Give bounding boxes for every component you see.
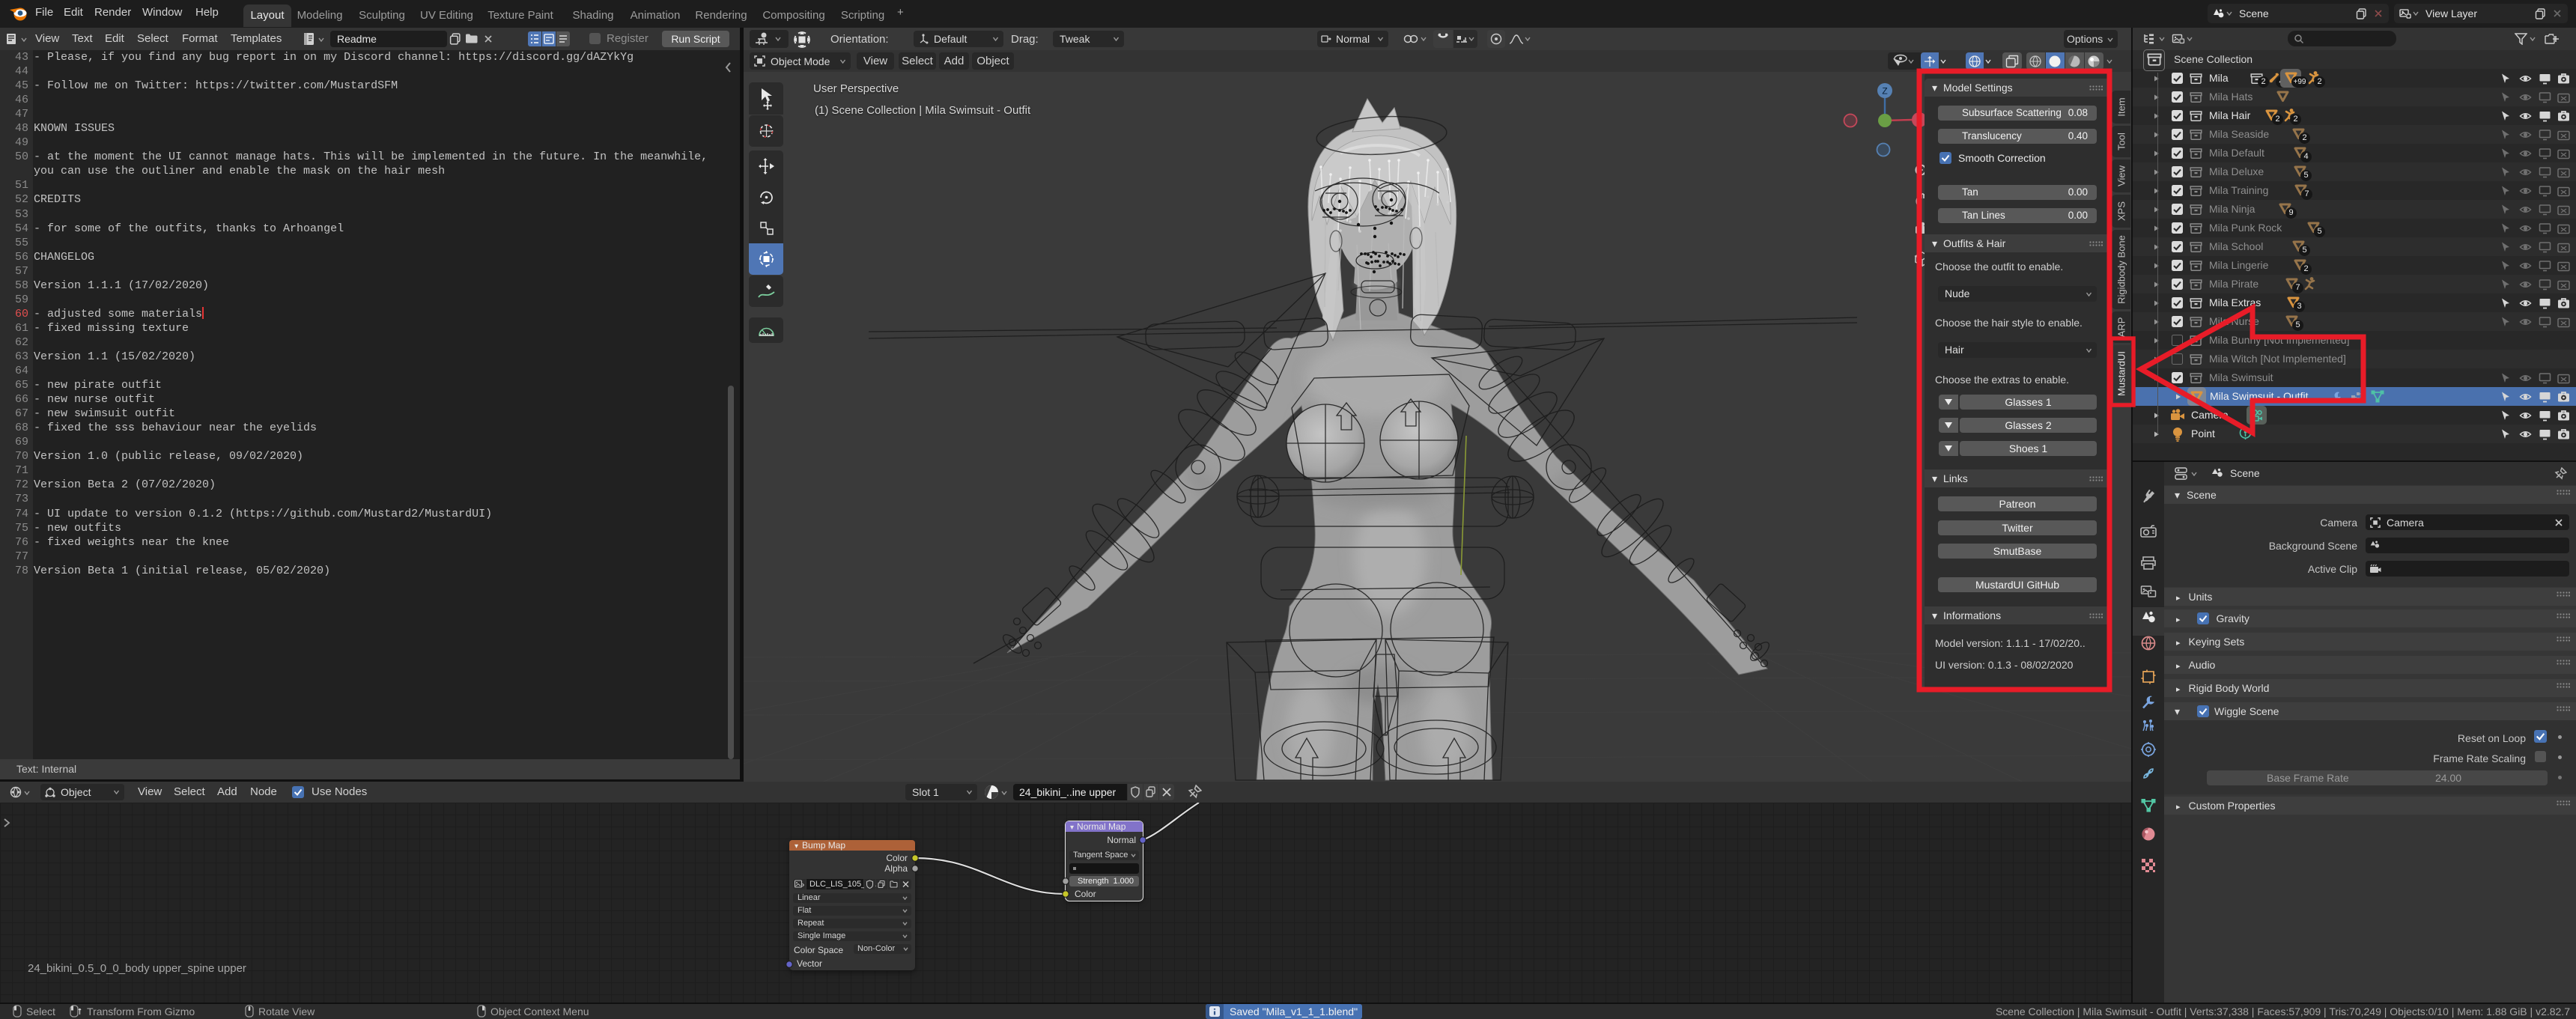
svg-text:Z: Z xyxy=(1882,86,1887,97)
svg-text:X: X xyxy=(1916,115,1922,126)
